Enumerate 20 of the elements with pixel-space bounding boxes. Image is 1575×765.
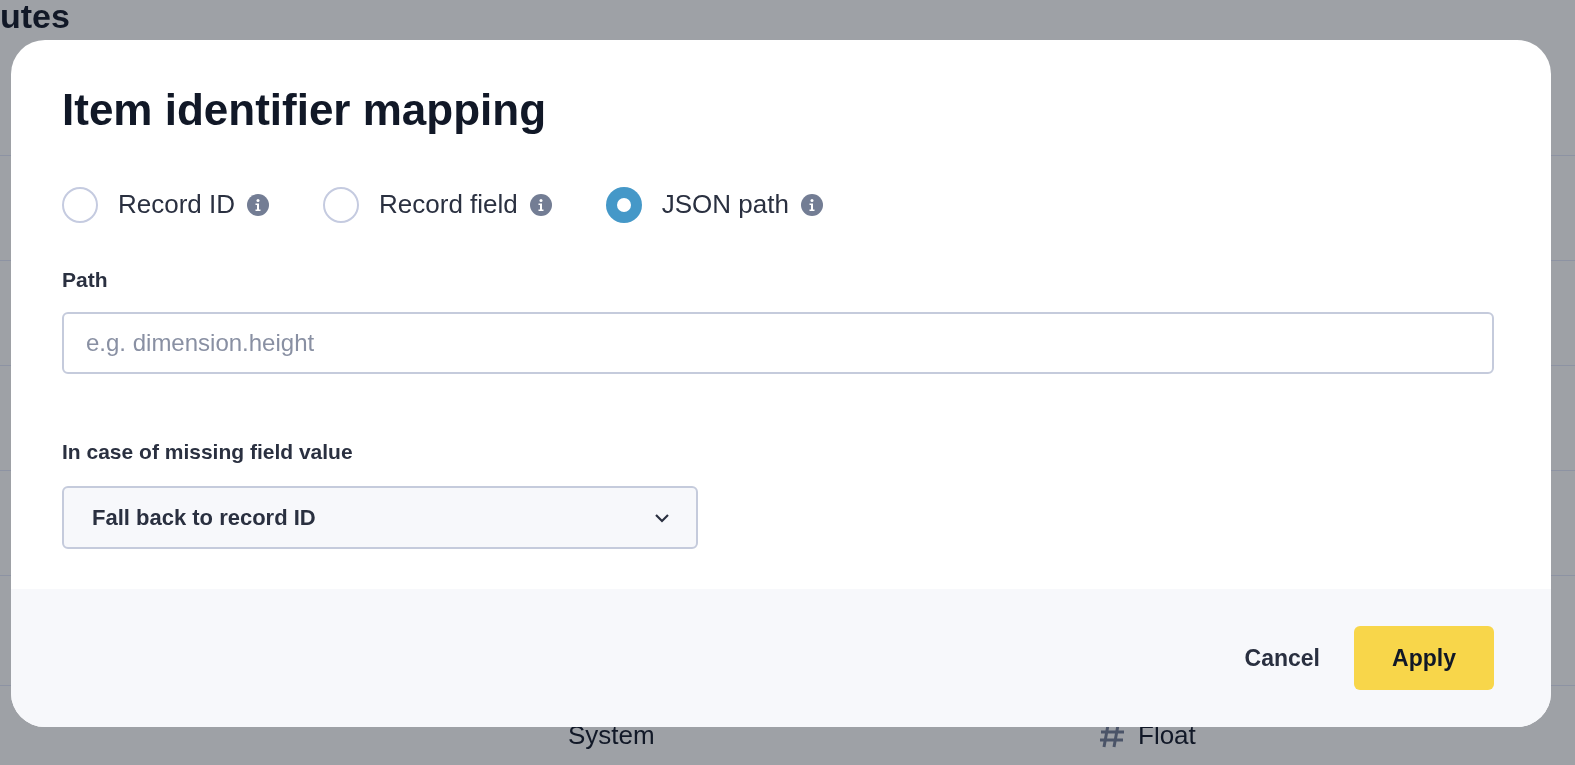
cancel-button[interactable]: Cancel	[1228, 626, 1336, 690]
table-cell-text: Float	[1138, 719, 1196, 752]
fallback-select[interactable]: Fall back to record ID	[62, 486, 698, 549]
apply-button[interactable]: Apply	[1354, 626, 1494, 690]
path-field[interactable]: e.g. dimension.height	[62, 311, 1494, 374]
radio-label[interactable]: JSON path	[661, 185, 789, 224]
field-label: In case of missing field value	[62, 438, 354, 465]
radio-label[interactable]: Record field	[379, 185, 518, 224]
radio-button[interactable]	[323, 186, 360, 223]
field-label: Path	[62, 267, 109, 293]
info-icon	[800, 193, 823, 216]
radio-button[interactable]	[605, 186, 642, 223]
page-heading: utes	[0, 0, 70, 34]
radio-button[interactable]	[62, 186, 98, 223]
info-icon	[247, 193, 270, 216]
table-cell-text: System	[568, 719, 655, 752]
info-icon	[529, 193, 552, 216]
radio-label[interactable]: Record ID	[118, 185, 236, 224]
dialog-title: Item identifier mapping	[62, 84, 548, 136]
chevron-down-icon	[654, 512, 670, 523]
